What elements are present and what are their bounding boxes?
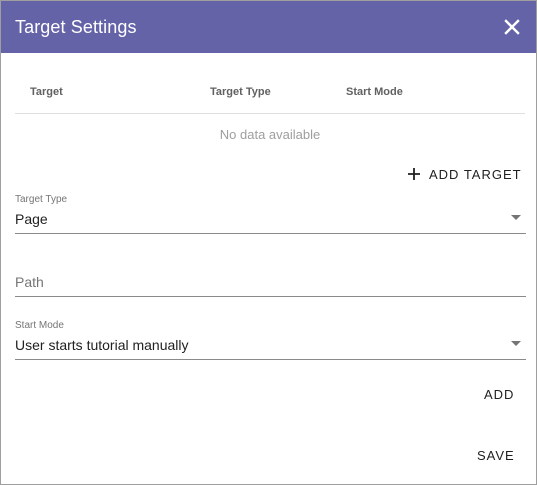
caret-down-icon	[511, 341, 521, 346]
path-input[interactable]: Path	[15, 263, 526, 297]
column-header-target-type[interactable]: Target Type	[210, 86, 271, 99]
column-header-target[interactable]: Target	[30, 86, 63, 99]
add-target-button[interactable]: ADD TARGET	[399, 161, 530, 187]
plus-icon	[408, 168, 420, 180]
close-icon	[504, 19, 520, 35]
table-header: Target Target Type Start Mode	[15, 71, 525, 114]
path-placeholder: Path	[15, 274, 44, 290]
save-button[interactable]: SAVE	[469, 442, 523, 469]
target-type-value: Page	[15, 211, 48, 227]
start-mode-value: User starts tutorial manually	[15, 337, 189, 353]
add-button[interactable]: ADD	[476, 381, 522, 408]
target-type-label: Target Type	[15, 194, 68, 205]
close-button[interactable]	[498, 13, 526, 41]
table-empty-message: No data available	[219, 127, 321, 142]
start-mode-select[interactable]: Start Mode User starts tutorial manually	[15, 317, 526, 360]
add-target-label: ADD TARGET	[429, 166, 522, 182]
targets-table: Target Target Type Start Mode No data av…	[15, 71, 525, 156]
dialog-title: Target Settings	[15, 17, 137, 37]
dialog-header: Target Settings	[1, 1, 536, 53]
target-type-select[interactable]: Target Type Page	[15, 191, 526, 234]
caret-down-icon	[511, 215, 521, 220]
start-mode-label: Start Mode	[15, 320, 64, 331]
target-settings-dialog: Target Settings Target Target Type Start…	[0, 0, 537, 485]
column-header-start-mode[interactable]: Start Mode	[346, 86, 403, 99]
